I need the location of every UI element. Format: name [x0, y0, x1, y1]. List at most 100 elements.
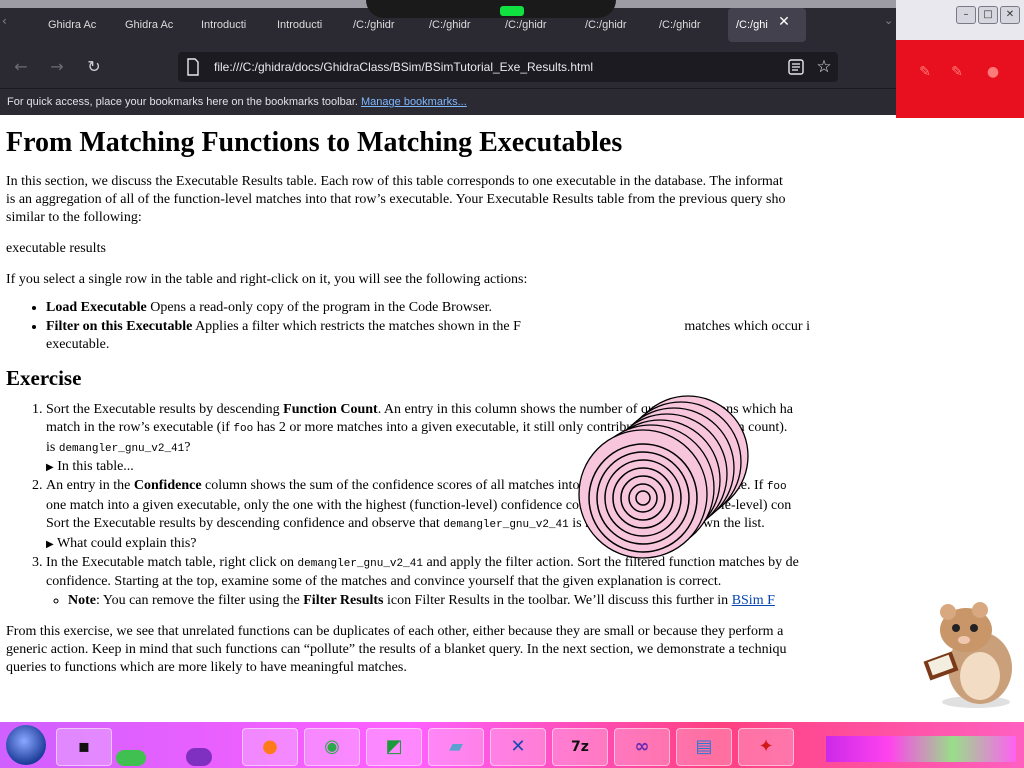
action-desc: Opens a read-only copy of the program in… [146, 300, 492, 315]
taskbar-app-green[interactable]: ◩ [366, 728, 422, 766]
taskbar-file-explorer[interactable]: ▤ [676, 728, 732, 766]
close-button[interactable]: ✕ [1000, 6, 1020, 24]
intro-line-2: is an aggregation of all of the function… [6, 192, 786, 207]
outro-line-2: generic action. Keep in mind that such f… [6, 642, 787, 657]
actions-list: Load Executable Opens a read-only copy o… [6, 299, 892, 355]
taskbar-7zip[interactable]: 7z [552, 728, 608, 766]
note-list: Note: You can remove the filter using th… [46, 592, 892, 611]
shape-icon: ◩ [385, 736, 403, 757]
browser-nav-bar: ← → ↻ file:///C:/ghidra/docs/GhidraClass… [0, 46, 896, 88]
tab-ghidra-ac-2[interactable]: Ghidra Ac [117, 8, 191, 42]
right-side-strip: – □ ✕ ✎ ✎ ● [896, 0, 1024, 768]
red-toolbar-icon-2[interactable]: ✎ [948, 64, 966, 82]
manage-bookmarks-link[interactable]: Manage bookmarks... [361, 96, 467, 108]
code-run: demangler_gnu_v2_41 [297, 557, 423, 570]
taskbar-acrobat[interactable]: ✦ [738, 728, 794, 766]
explorer-icon: ▤ [695, 736, 713, 757]
code-run: foo [233, 423, 254, 435]
text-run: : You can remove the filter using the [96, 592, 304, 608]
page-content: From Matching Functions to Matching Exec… [6, 118, 892, 722]
bookmarks-message: For quick access, place your bookmarks h… [7, 89, 467, 115]
bookmarks-toolbar: For quick access, place your bookmarks h… [0, 88, 896, 115]
bsim-filters-link[interactable]: BSim F [732, 593, 775, 608]
taskbar-chrome[interactable]: ◉ [304, 728, 360, 766]
seven-zip-icon: 7z [571, 739, 589, 755]
text-run: ? [184, 439, 191, 455]
red-banner: ✎ ✎ ● [896, 40, 1024, 118]
url-bar[interactable]: file:///C:/ghidra/docs/GhidraClass/BSim/… [178, 52, 838, 82]
text-run: Sort the Executable results by descendin… [46, 516, 444, 531]
reader-view-icon[interactable] [787, 58, 805, 76]
back-button[interactable]: ← [10, 56, 32, 78]
browser-tab-bar: ‹ Ghidra Ac Ghidra Ac Introducti Introdu… [0, 0, 896, 46]
visual-studio-icon: ∞ [634, 736, 650, 757]
text-run: Function Count [283, 401, 378, 417]
taskbar-app-x[interactable]: ✕ [490, 728, 546, 766]
x-app-icon: ✕ [510, 736, 526, 757]
tab-introduction-1[interactable]: Introducti [193, 8, 267, 42]
terminal-icon: ▪ [77, 736, 91, 757]
minimize-button[interactable]: – [956, 6, 976, 24]
note-label: Note [68, 592, 96, 608]
text-run: match in the row’s executable (if [46, 420, 234, 435]
tab-list-icon[interactable]: ⌄ [884, 14, 896, 34]
red-toolbar-icon-3[interactable]: ● [984, 64, 1002, 82]
code-run: foo [766, 481, 787, 493]
url-text[interactable]: file:///C:/ghidra/docs/GhidraClass/BSim/… [214, 52, 593, 82]
list-item: Load Executable Opens a read-only copy o… [46, 299, 892, 318]
disclosure-what-could-explain[interactable]: ▶ What could explain this? [46, 535, 892, 554]
bookmarks-hint: For quick access, place your bookmarks h… [7, 96, 358, 108]
start-button[interactable] [6, 725, 46, 765]
bullseye-overlay-icon [578, 395, 749, 559]
taskbar-terminal[interactable]: ▪ [56, 728, 112, 766]
outro-line-3: queries to functions which are more like… [6, 660, 407, 675]
disclosure-label: What could explain this? [56, 535, 197, 551]
taskbar-blob-icon [116, 750, 146, 766]
firefox-icon: ● [262, 736, 278, 757]
tab-introduction-2[interactable]: Introducti [269, 8, 343, 42]
chrome-icon: ◉ [324, 736, 340, 757]
notch-indicator-icon [500, 6, 524, 16]
taskbar-blob-icon [186, 748, 212, 766]
executable-results-image-alt: executable results [6, 241, 106, 256]
list-item: In the Executable match table, right cli… [46, 554, 892, 611]
action-name: Load Executable [46, 300, 147, 315]
page-title: From Matching Functions to Matching Exec… [6, 127, 623, 158]
intro-line-1: In this section, we discuss the Executab… [6, 174, 783, 189]
taskbar-app-folder[interactable]: ▰ [428, 728, 484, 766]
taskbar-visual-studio[interactable]: ∞ [614, 728, 670, 766]
list-item: An entry in the Confidence column shows … [46, 477, 892, 554]
text-run: An entry in the [46, 478, 134, 493]
folder-icon: ▰ [449, 736, 463, 757]
taskbar: ▪ ● ◉ ◩ ▰ ✕ 7z ∞ ▤ ✦ [0, 722, 1024, 768]
window-controls-area: – □ ✕ [896, 0, 1024, 40]
tab-scroll-left-icon[interactable]: ‹ [2, 14, 14, 34]
text-run: is [46, 439, 59, 455]
pdf-icon: ✦ [758, 736, 774, 757]
action-desc: Applies a filter which restricts the mat… [192, 318, 521, 334]
intro-paragraph: In this section, we discuss the Executab… [6, 173, 892, 227]
exercise-heading: Exercise [6, 365, 82, 390]
system-tray [826, 736, 1016, 762]
tab-file-5[interactable]: /C:/ghidr [651, 8, 725, 42]
reload-button[interactable]: ↻ [83, 56, 105, 78]
red-toolbar-icon-1[interactable]: ✎ [916, 64, 934, 82]
taskbar-firefox[interactable]: ● [242, 728, 298, 766]
action-name: Filter on this Executable [46, 318, 193, 334]
camera-notch [366, 0, 616, 18]
action-desc-tail: matches which occur i [680, 318, 810, 334]
disclosure-in-this-table[interactable]: ▶ In this table... [46, 458, 892, 477]
tab-active[interactable]: /C:/ghi [728, 8, 806, 42]
text-run: In the Executable match table, right cli… [46, 554, 298, 570]
bookmark-star-icon[interactable]: ☆ [814, 56, 834, 78]
text-run: Sort the Executable results by descendin… [46, 401, 284, 417]
intro-line-3: similar to the following: [6, 210, 142, 225]
code-run: demangler_gnu_v2_41 [58, 442, 185, 455]
action-desc-line-2: executable. [46, 337, 110, 352]
outro-paragraph: From this exercise, we see that unrelate… [6, 623, 892, 677]
tab-close-icon[interactable]: ✕ [777, 12, 791, 32]
maximize-button[interactable]: □ [978, 6, 998, 24]
tab-ghidra-ac-1[interactable]: Ghidra Ac [40, 8, 114, 42]
forward-button[interactable]: → [46, 56, 68, 78]
disclosure-label: In this table... [57, 459, 134, 474]
